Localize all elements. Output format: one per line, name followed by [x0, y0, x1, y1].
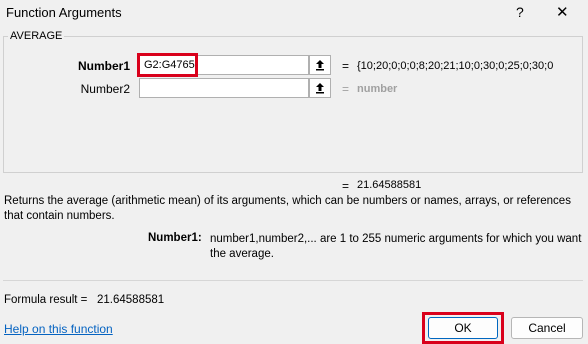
cancel-button[interactable]: Cancel	[511, 317, 583, 339]
number2-result: number	[357, 83, 398, 95]
total-result: 21.64588581	[357, 179, 422, 191]
question-icon[interactable]: ?	[516, 4, 524, 20]
number1-result: {10;20;0;0;0;8;20;21;10;0;30;0;25;0;30;0	[357, 60, 554, 72]
formula-result-label: Formula result =	[4, 294, 88, 306]
number2-collapse-button[interactable]	[309, 78, 331, 98]
number1-collapse-button[interactable]	[309, 55, 331, 75]
divider	[3, 280, 583, 281]
formula-result-value: 21.64588581	[97, 294, 165, 306]
title-bar: Function Arguments ? ✕	[0, 0, 588, 27]
help-link[interactable]: Help on this function	[4, 322, 113, 336]
collapse-dialog-icon	[316, 60, 324, 71]
arg-help-name: Number1:	[148, 232, 202, 244]
number2-label: Number2	[80, 82, 130, 96]
number2-equals: =	[342, 82, 350, 96]
close-icon[interactable]: ✕	[556, 3, 569, 21]
ok-button[interactable]: OK	[428, 317, 498, 339]
collapse-dialog-icon	[316, 83, 324, 94]
total-equals: =	[342, 179, 350, 193]
arg-help-text: number1,number2,... are 1 to 255 numeric…	[210, 233, 582, 260]
function-name: AVERAGE	[8, 30, 65, 42]
number2-input[interactable]	[139, 78, 309, 98]
number1-equals: =	[342, 59, 350, 73]
number1-highlight	[137, 53, 198, 77]
function-description: Returns the average (arithmetic mean) of…	[4, 195, 571, 222]
dialog-title: Function Arguments	[6, 5, 122, 20]
number1-label: Number1	[77, 59, 130, 73]
